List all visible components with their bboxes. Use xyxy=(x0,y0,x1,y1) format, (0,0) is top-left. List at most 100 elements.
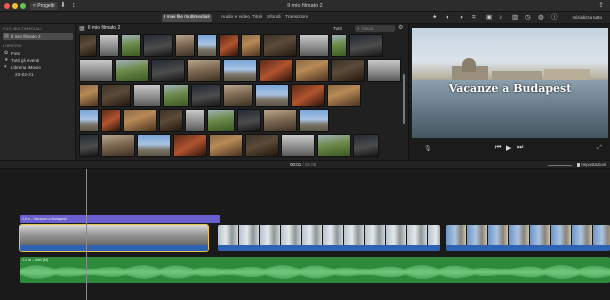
share-icon[interactable]: ⇪ xyxy=(596,1,606,11)
sidebar-item-event[interactable]: 23-02-21 xyxy=(3,71,73,78)
media-thumbnail[interactable] xyxy=(191,84,221,107)
back-to-projects-button[interactable]: < Progetti xyxy=(30,2,58,10)
media-thumbnail[interactable] xyxy=(259,59,293,82)
video-clip-3[interactable] xyxy=(446,225,610,251)
media-thumbnail[interactable] xyxy=(163,84,189,107)
media-thumbnail[interactable] xyxy=(173,134,207,157)
media-thumbnail[interactable] xyxy=(209,134,243,157)
sidebar-item-all-events[interactable]: ★ Tutti gli eventi xyxy=(3,57,73,64)
info-icon[interactable]: ⓘ xyxy=(551,13,558,23)
noise-reduction-icon[interactable]: ▥ xyxy=(512,13,518,23)
media-thumbnail[interactable] xyxy=(299,34,329,57)
sidebar-item-project[interactable]: ▤ Il mio filmato 2 xyxy=(3,33,73,40)
media-thumbnail[interactable] xyxy=(237,109,261,132)
media-thumbnail[interactable] xyxy=(197,34,217,57)
sort-icon[interactable]: ↕ xyxy=(72,1,76,11)
browser-scrollbar[interactable] xyxy=(403,74,405,124)
sidebar-item-library[interactable]: ▾ Libreria iMovie xyxy=(3,64,73,71)
reset-all-button[interactable]: Inizializza tutto xyxy=(572,14,602,22)
tab-titles[interactable]: Titoli xyxy=(250,14,264,22)
minimize-window-button[interactable] xyxy=(12,3,18,9)
media-thumbnail[interactable] xyxy=(299,109,329,132)
clip-audio xyxy=(20,245,208,251)
zoom-slider-track[interactable] xyxy=(548,165,572,166)
color-balance-icon[interactable]: ◐ xyxy=(446,13,450,23)
enhance-icon[interactable]: ✦ xyxy=(432,13,437,23)
media-thumbnail[interactable] xyxy=(245,134,279,157)
media-thumbnail[interactable] xyxy=(223,84,253,107)
tab-backgrounds[interactable]: Sfondi xyxy=(265,14,283,22)
media-thumbnail[interactable] xyxy=(123,109,157,132)
media-thumbnail[interactable] xyxy=(101,84,131,107)
media-thumbnail[interactable] xyxy=(367,59,401,82)
play-icon[interactable]: ▶ xyxy=(506,144,511,152)
media-thumbnail[interactable] xyxy=(79,84,99,107)
media-thumbnail[interactable] xyxy=(79,34,97,57)
media-thumbnail[interactable] xyxy=(79,109,99,132)
media-thumbnail[interactable] xyxy=(101,109,121,132)
media-thumbnail[interactable] xyxy=(101,134,135,157)
media-thumbnail[interactable] xyxy=(159,109,183,132)
color-correction-icon[interactable]: ◑ xyxy=(459,13,463,23)
volume-icon[interactable]: ♪ xyxy=(499,13,502,23)
media-thumbnail[interactable] xyxy=(121,34,141,57)
preview-viewer: Vacanze a Budapest 🎙︎ ⏮ ▶ ⏭ ⤢ xyxy=(408,24,610,160)
media-thumbnail[interactable] xyxy=(223,59,257,82)
media-thumbnail[interactable] xyxy=(207,109,235,132)
clip-filter-select[interactable]: Tutti xyxy=(333,25,342,32)
video-clip-1[interactable] xyxy=(19,224,209,252)
sidebar-item-photos[interactable]: ✿ Foto xyxy=(3,50,73,57)
media-thumbnail[interactable] xyxy=(115,59,149,82)
media-thumbnail[interactable] xyxy=(331,34,347,57)
skip-forward-icon[interactable]: ⏭ xyxy=(517,144,523,152)
media-thumbnail[interactable] xyxy=(353,134,379,157)
fullscreen-window-button[interactable] xyxy=(20,3,26,9)
media-thumbnail[interactable] xyxy=(143,34,173,57)
media-thumbnail[interactable] xyxy=(331,59,365,82)
microphone-icon[interactable]: 🎙︎ xyxy=(424,145,432,152)
sidebar-toggle-icon[interactable]: ▦ xyxy=(79,25,85,32)
filter-icon[interactable]: ◍ xyxy=(538,13,544,23)
media-thumbnail[interactable] xyxy=(281,134,315,157)
media-thumbnail[interactable] xyxy=(79,59,113,82)
media-thumbnail[interactable] xyxy=(349,34,383,57)
music-clip[interactable]: 1,1 m – Intel (M) xyxy=(20,257,610,283)
tab-transitions[interactable]: Transizioni xyxy=(283,14,310,22)
close-window-button[interactable] xyxy=(4,3,10,9)
media-thumbnail[interactable] xyxy=(79,134,99,157)
media-thumbnail[interactable] xyxy=(133,84,161,107)
media-thumbnail[interactable] xyxy=(187,59,221,82)
media-thumbnail[interactable] xyxy=(99,34,119,57)
media-thumbnail[interactable] xyxy=(151,59,185,82)
media-thumbnail[interactable] xyxy=(291,84,325,107)
tab-my-media[interactable]: I miei file multimediali xyxy=(162,14,212,22)
media-thumbnail[interactable] xyxy=(327,84,361,107)
search-input[interactable]: ⌕ Cerca xyxy=(355,25,395,32)
fullscreen-icon[interactable]: ⤢ xyxy=(597,145,602,152)
title-clip[interactable]: 2,5 s – Vacanze a Budapest xyxy=(20,215,220,223)
tab-audio-video[interactable]: Audio e video xyxy=(219,14,252,22)
crop-icon[interactable]: ⌗ xyxy=(472,13,476,23)
media-thumbnail[interactable] xyxy=(263,34,297,57)
media-thumbnail[interactable] xyxy=(219,34,239,57)
media-thumbnail[interactable] xyxy=(137,134,171,157)
stabilization-icon[interactable]: ▣ xyxy=(486,13,492,23)
import-icon[interactable]: ⬇ xyxy=(60,1,66,11)
media-thumbnail[interactable] xyxy=(263,109,297,132)
media-thumbnail[interactable] xyxy=(255,84,289,107)
speed-icon[interactable]: ◷ xyxy=(525,13,531,23)
media-thumbnail[interactable] xyxy=(185,109,205,132)
media-thumbnail[interactable] xyxy=(175,34,195,57)
media-thumbnail[interactable] xyxy=(295,59,329,82)
media-thumbnail[interactable] xyxy=(317,134,351,157)
playhead[interactable] xyxy=(86,169,87,300)
timeline-settings-button[interactable]: Impostazioni xyxy=(581,162,606,168)
media-thumbnail[interactable] xyxy=(241,34,261,57)
skip-back-icon[interactable]: ⏮ xyxy=(495,144,501,152)
gear-icon[interactable]: ⚙ xyxy=(398,24,403,31)
video-preview[interactable]: Vacanze a Budapest xyxy=(412,28,608,138)
disclosure-triangle-icon: ▾ xyxy=(4,64,7,70)
zoom-slider-knob[interactable] xyxy=(577,163,580,167)
video-clip-2[interactable] xyxy=(218,225,440,251)
total-time: 01:05 xyxy=(305,162,317,167)
